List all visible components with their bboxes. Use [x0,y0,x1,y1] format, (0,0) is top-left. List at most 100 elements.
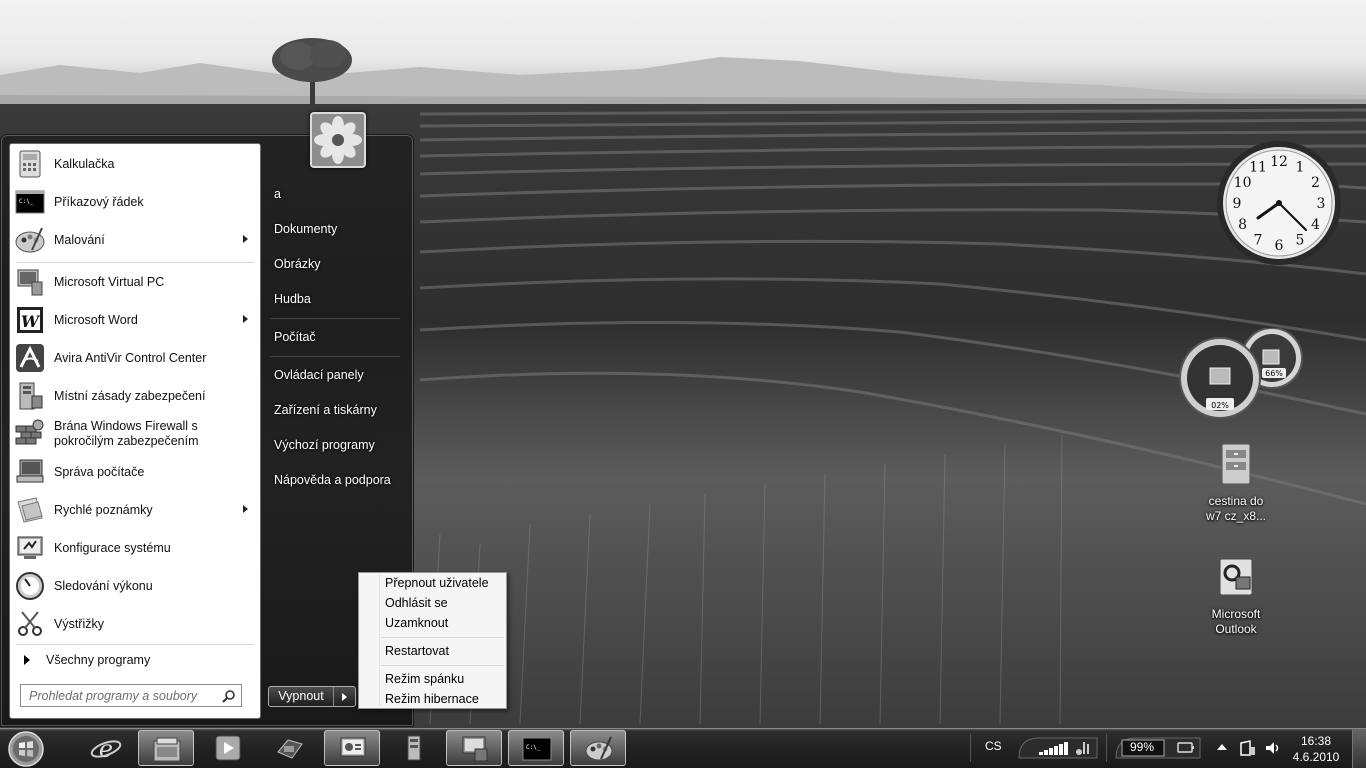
program-calculator[interactable]: Kalkulačka [12,146,258,182]
program-word[interactable]: W Microsoft Word [12,302,258,338]
program-avira[interactable]: Avira AntiVir Control Center [12,340,258,376]
cpu-meter-gadget[interactable]: 02% 66% [1178,328,1306,420]
program-performance-monitor[interactable]: Sledování výkonu [12,568,258,604]
start-button[interactable] [4,730,46,768]
clock-numeral: 5 [1296,232,1305,248]
separator [270,318,400,319]
svg-text:e: e [99,735,113,762]
tree-image [272,38,352,108]
desktop-icon-archive[interactable]: cestina do w7 cz_x8... [1196,442,1276,524]
separator [381,665,504,666]
menu-item-hibernate[interactable]: Režim hibernace [361,689,504,709]
taskbar-button-media-player[interactable] [200,730,256,766]
program-label: Kalkulačka [54,157,115,171]
word-icon: W [17,307,43,333]
program-system-configuration[interactable]: Konfigurace systému [12,530,258,566]
desktop-icon-outlook[interactable]: Microsoft Outlook [1196,555,1276,637]
program-sticky-notes[interactable]: Rychlé poznámky [12,492,258,528]
show-desktop-button[interactable] [1352,729,1366,768]
action-center-icon[interactable] [1238,739,1256,757]
program-computer-management[interactable]: Správa počítače [12,454,258,490]
taskbar-button-system-config[interactable] [324,730,380,766]
desktop-icon-label: Outlook [1215,622,1257,636]
shutdown-button[interactable]: Vypnout [269,687,334,706]
user-picture[interactable] [310,112,366,168]
menu-item-log-off[interactable]: Odhlásit se [361,593,504,613]
start-item-default-programs[interactable]: Výchozí programy [266,431,406,459]
program-label-line: pokročilým zabezpečením [54,434,199,448]
separator [270,356,400,357]
start-item-pictures[interactable]: Obrázky [266,250,406,278]
clock-numeral: 8 [1238,217,1247,233]
taskbar-button-paint[interactable] [570,730,626,766]
battery-gadget-frame[interactable] [1112,732,1204,764]
clock-gadget[interactable]: 12 12 3 45678 9 1011 [1214,138,1344,268]
avira-icon [16,344,44,372]
menu-item-sleep[interactable]: Režim spánku [361,669,504,689]
start-item-user[interactable]: a [266,180,406,208]
menu-item-restart[interactable]: Restartovat [361,641,504,661]
media-player-icon [215,735,241,761]
start-item-devices-printers[interactable]: Zařízení a tiskárny [266,396,406,424]
paint-icon [585,736,613,761]
shutdown-options-menu: Přepnout uživatele Odhlásit se Uzamknout… [358,572,507,709]
program-label: Příkazový řádek [54,195,144,209]
taskbar-button-command-prompt[interactable]: C:\_ [508,730,564,766]
archive-icon [1221,443,1251,485]
start-item-control-panel[interactable]: Ovládací panely [266,361,406,389]
taskbar-button-computer-management[interactable] [446,730,502,766]
security-policy-icon [19,382,43,410]
language-indicator[interactable]: CS [985,739,1002,753]
program-label: Sledování výkonu [54,579,153,593]
clock-date: 4.6.2010 [1292,750,1340,764]
volume-icon[interactable] [1264,739,1282,757]
memory-usage-value: 66% [1265,369,1283,378]
program-label: Microsoft Virtual PC [54,275,165,289]
outlook-icon [1219,558,1253,596]
all-programs-button[interactable]: Všechny programy [18,650,254,670]
all-programs-label: Všechny programy [46,653,151,667]
taskbar-button-security-policy[interactable] [386,730,442,766]
calculator-icon [19,150,41,178]
menu-item-lock[interactable]: Uzamknout [361,613,504,633]
sticky-notes-icon [17,497,43,523]
cpu-usage-value: 02% [1211,401,1229,410]
command-prompt-icon: C:\_ [522,737,552,761]
program-label: Konfigurace systému [54,541,171,555]
taskbar-button-explorer[interactable] [138,730,194,766]
taskbar-clock[interactable]: 16:38 4.6.2010 [1286,733,1346,765]
program-label-line: Brána Windows Firewall s [54,419,198,433]
search-icon[interactable] [222,689,236,703]
program-label: Brána Windows Firewall s pokročilým zabe… [54,419,199,449]
program-command-prompt[interactable]: C:\_ Příkazový řádek [12,184,258,220]
explorer-icon [153,737,181,762]
svg-text:W: W [21,312,41,331]
show-hidden-icons-icon[interactable] [1216,742,1228,752]
start-item-computer[interactable]: Počítač [266,323,406,351]
computer-management-icon [16,459,44,483]
program-label: Správa počítače [54,465,145,479]
program-label: Avira AntiVir Control Center [54,351,207,365]
search-placeholder: Prohledat programy a soubory [29,688,198,703]
start-item-music[interactable]: Hudba [266,285,406,313]
separator [381,637,504,638]
start-item-help-support[interactable]: Nápověda a podpora [266,466,406,494]
snipping-tool-icon [18,611,42,636]
separator [16,644,254,645]
internet-explorer-icon: e [90,735,122,762]
programs-pane: Kalkulačka C:\_ Příkazový řádek Malování [9,143,261,719]
menu-item-switch-user[interactable]: Přepnout uživatele [361,573,504,593]
taskbar-button-virtual-pc[interactable] [262,730,318,766]
command-prompt-icon: C:\_ [15,190,45,214]
program-virtual-pc[interactable]: Microsoft Virtual PC [12,264,258,300]
program-label: Malování [54,233,105,247]
shutdown-options-arrow-icon[interactable] [334,687,355,706]
network-signal-icon[interactable] [1015,732,1101,764]
program-paint[interactable]: Malování [12,222,258,258]
program-firewall[interactable]: Brána Windows Firewall s pokročilým zabe… [12,416,258,452]
start-item-documents[interactable]: Dokumenty [266,215,406,243]
program-snipping-tool[interactable]: Výstřižky [12,606,258,642]
program-security-policy[interactable]: Místní zásady zabezpečení [12,378,258,414]
search-input[interactable]: Prohledat programy a soubory [20,684,242,707]
taskbar-button-internet-explorer[interactable]: e [78,730,134,766]
